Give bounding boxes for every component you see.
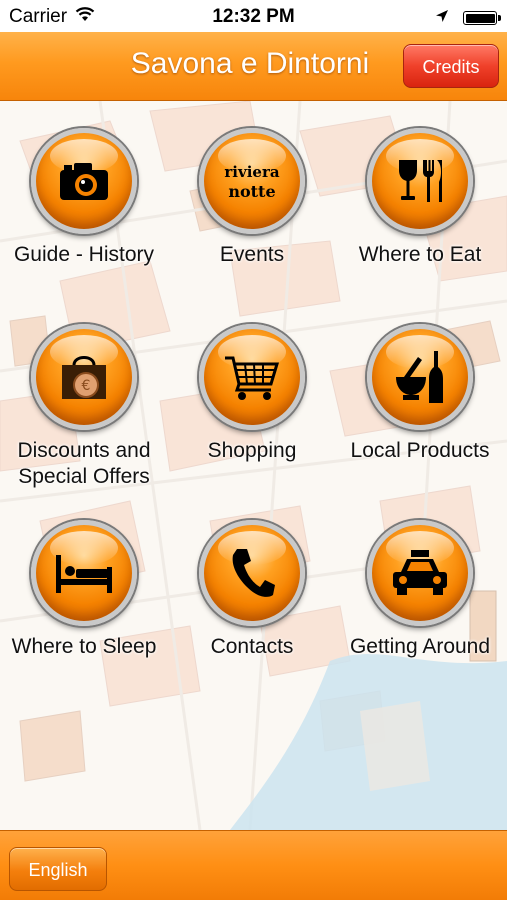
location-arrow-icon [435, 7, 449, 29]
tile-discounts[interactable]: € Discounts and Special Offers [0, 324, 168, 490]
shopping-cart-icon [199, 324, 305, 430]
tile-where-to-sleep[interactable]: Where to Sleep [0, 520, 168, 660]
tile-shopping[interactable]: Shopping [168, 324, 336, 464]
bed-icon [31, 520, 137, 626]
riviera-notte-logo-icon: riviera notte [199, 128, 305, 234]
taxi-icon [367, 520, 473, 626]
tile-events[interactable]: riviera notte Events [168, 128, 336, 268]
logo-text-riviera: riviera [224, 163, 279, 181]
credits-button[interactable]: Credits [403, 44, 499, 88]
tile-label: Shopping [207, 439, 297, 462]
logo-text-notte: notte [228, 182, 275, 201]
camera-icon [31, 128, 137, 234]
tile-label: Local Products [350, 439, 490, 462]
clock: 12:32 PM [212, 6, 295, 27]
tile-getting-around[interactable]: Getting Around [336, 520, 504, 660]
language-button[interactable]: English [9, 847, 107, 891]
battery-icon [463, 11, 501, 25]
tile-label: Events [219, 243, 285, 266]
wine-fork-knife-icon [367, 128, 473, 234]
tile-label: Where to Eat [358, 243, 482, 266]
status-bar: Carrier 12:32 PM [0, 0, 507, 32]
phone-icon [199, 520, 305, 626]
tile-contacts[interactable]: Contacts [168, 520, 336, 660]
tile-label: Contacts [210, 635, 294, 658]
tile-label: Where to Sleep [11, 635, 157, 658]
tile-label: Getting Around [349, 635, 491, 658]
coin-glyph: € [82, 378, 91, 394]
tile-where-to-eat[interactable]: Where to Eat [336, 128, 504, 268]
tile-label: Guide - History [13, 243, 155, 266]
tile-guide-history[interactable]: Guide - History [0, 128, 168, 268]
navigation-bar: Savona e Dintorni Credits [0, 32, 507, 101]
tile-label: Discounts and Special Offers [17, 439, 151, 488]
bottom-toolbar: English [0, 830, 507, 900]
shopping-bag-coin-icon: € [31, 324, 137, 430]
mortar-bottle-icon [367, 324, 473, 430]
tile-local-products[interactable]: Local Products [336, 324, 504, 464]
